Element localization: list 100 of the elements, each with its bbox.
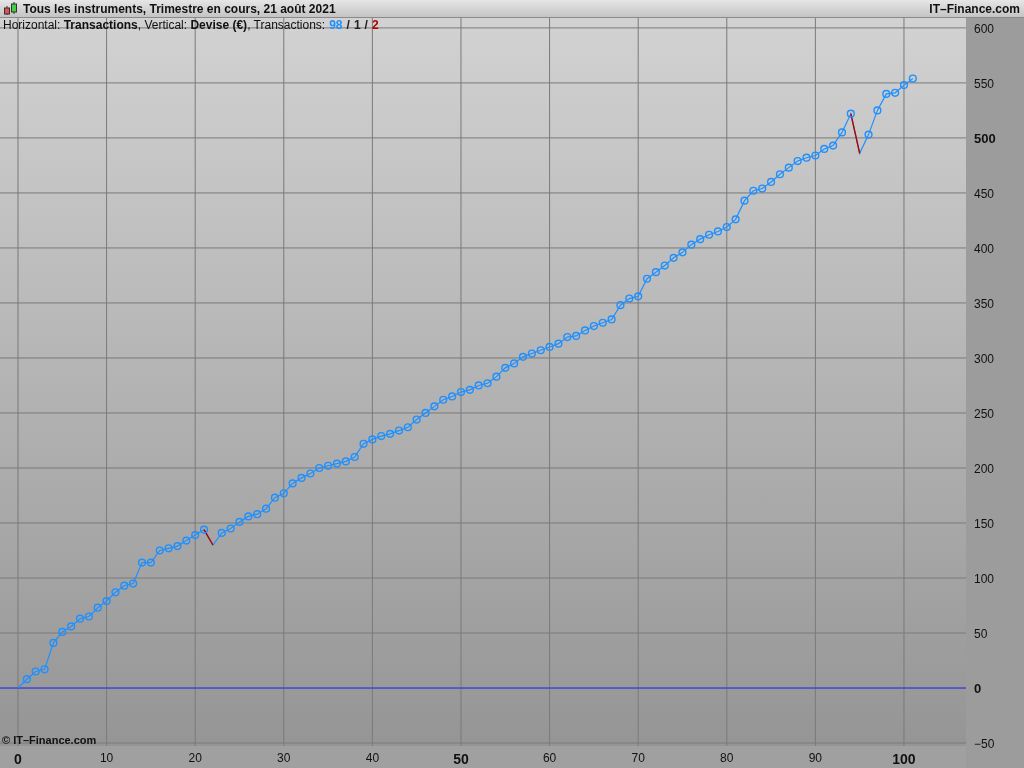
- data-point: [882, 89, 891, 98]
- data-point: [651, 268, 660, 277]
- candlestick-icon: [3, 1, 19, 16]
- axis-label: 100: [892, 751, 916, 767]
- data-point: [766, 177, 776, 187]
- data-point: [784, 163, 793, 172]
- data-point: [146, 558, 155, 567]
- axis-label: 350: [974, 296, 995, 311]
- transaction-count: 1: [353, 18, 361, 32]
- axis-label: 90: [808, 751, 823, 765]
- axis-label: 10: [99, 751, 114, 765]
- axis-label: 500: [974, 130, 996, 146]
- axis-label: 50: [453, 751, 469, 767]
- data-point: [696, 235, 705, 244]
- data-point: [173, 542, 182, 551]
- data-point: [199, 525, 209, 534]
- data-point: [359, 439, 368, 448]
- data-point: [350, 452, 359, 462]
- data-point: [510, 359, 519, 368]
- data-point: [191, 531, 200, 540]
- window-title: Tous les instruments, Trimestre en cours, 21 août 2021: [23, 1, 337, 16]
- axis-label: 20: [188, 751, 202, 765]
- data-point: [58, 627, 67, 636]
- data-point: [377, 432, 386, 441]
- data-point: [137, 558, 147, 567]
- axis-label: 100: [974, 572, 995, 586]
- axis-label: 0: [14, 751, 22, 767]
- data-point: [332, 459, 342, 468]
- data-point: [421, 408, 430, 418]
- data-point: [607, 315, 616, 324]
- data-point: [598, 318, 607, 327]
- transaction-count: /: [346, 18, 350, 32]
- data-point: [687, 240, 696, 249]
- data-point: [315, 463, 324, 473]
- data-point: [31, 667, 40, 676]
- data-point: [616, 301, 625, 310]
- data-point: [829, 141, 838, 150]
- axis-label: 30: [277, 751, 291, 765]
- data-point: [536, 346, 545, 355]
- axis-label: 300: [974, 351, 995, 366]
- data-point: [474, 381, 483, 390]
- data-point: [740, 196, 749, 205]
- data-point: [731, 215, 740, 224]
- data-point: [554, 339, 563, 348]
- axis-label: 40: [365, 751, 380, 765]
- data-point: [93, 603, 102, 612]
- data-point: [120, 581, 129, 590]
- loss-segment: [203, 528, 214, 546]
- data-point: [722, 222, 731, 232]
- data-point: [678, 248, 687, 257]
- axis-label: 550: [974, 76, 995, 91]
- loss-segment: [850, 113, 861, 154]
- axis-label: 250: [974, 406, 995, 421]
- data-point: [75, 614, 85, 623]
- data-point: [155, 546, 164, 555]
- data-point: [589, 321, 598, 331]
- axis-label: −50: [974, 737, 995, 752]
- data-point: [412, 415, 421, 424]
- axis-label: 200: [974, 462, 995, 476]
- data-point: [492, 372, 501, 381]
- data-point: [518, 352, 528, 361]
- data-point: [793, 156, 802, 166]
- axis-label: 70: [631, 751, 645, 765]
- data-point: [288, 479, 297, 488]
- data-point: [749, 186, 758, 195]
- data-point: [368, 435, 377, 444]
- data-point: [908, 74, 917, 83]
- axis-label: 150: [974, 517, 995, 531]
- data-point: [465, 385, 474, 394]
- data-point: [164, 544, 173, 553]
- axis-label: 0: [974, 681, 982, 696]
- data-point: [713, 227, 723, 236]
- subtitle-text: Horizontal: Transactions, Vertical: Devise (€), Transactions:: [3, 18, 326, 32]
- data-point: [102, 597, 111, 606]
- data-point: [527, 349, 536, 358]
- data-point: [403, 423, 412, 432]
- data-point: [820, 144, 829, 153]
- data-point: [439, 395, 448, 404]
- data-point: [802, 153, 811, 162]
- data-point: [253, 510, 262, 519]
- data-point: [483, 379, 492, 388]
- data-point: [634, 292, 643, 301]
- data-point: [642, 274, 652, 283]
- data-point: [625, 294, 634, 303]
- data-point: [899, 81, 909, 90]
- data-point: [244, 512, 253, 521]
- axis-label: 400: [974, 241, 995, 256]
- axis-label: 450: [974, 186, 995, 201]
- data-point: [235, 517, 244, 526]
- data-point: [217, 528, 226, 537]
- data-point: [297, 473, 306, 482]
- data-point: [306, 469, 315, 478]
- data-point: [660, 261, 669, 270]
- data-point: [386, 429, 395, 438]
- data-point: [129, 579, 138, 588]
- data-point: [563, 332, 572, 342]
- data-point: [341, 457, 350, 466]
- axis-label: 80: [720, 751, 734, 765]
- data-point: [394, 426, 404, 435]
- axis-label: 600: [974, 21, 995, 36]
